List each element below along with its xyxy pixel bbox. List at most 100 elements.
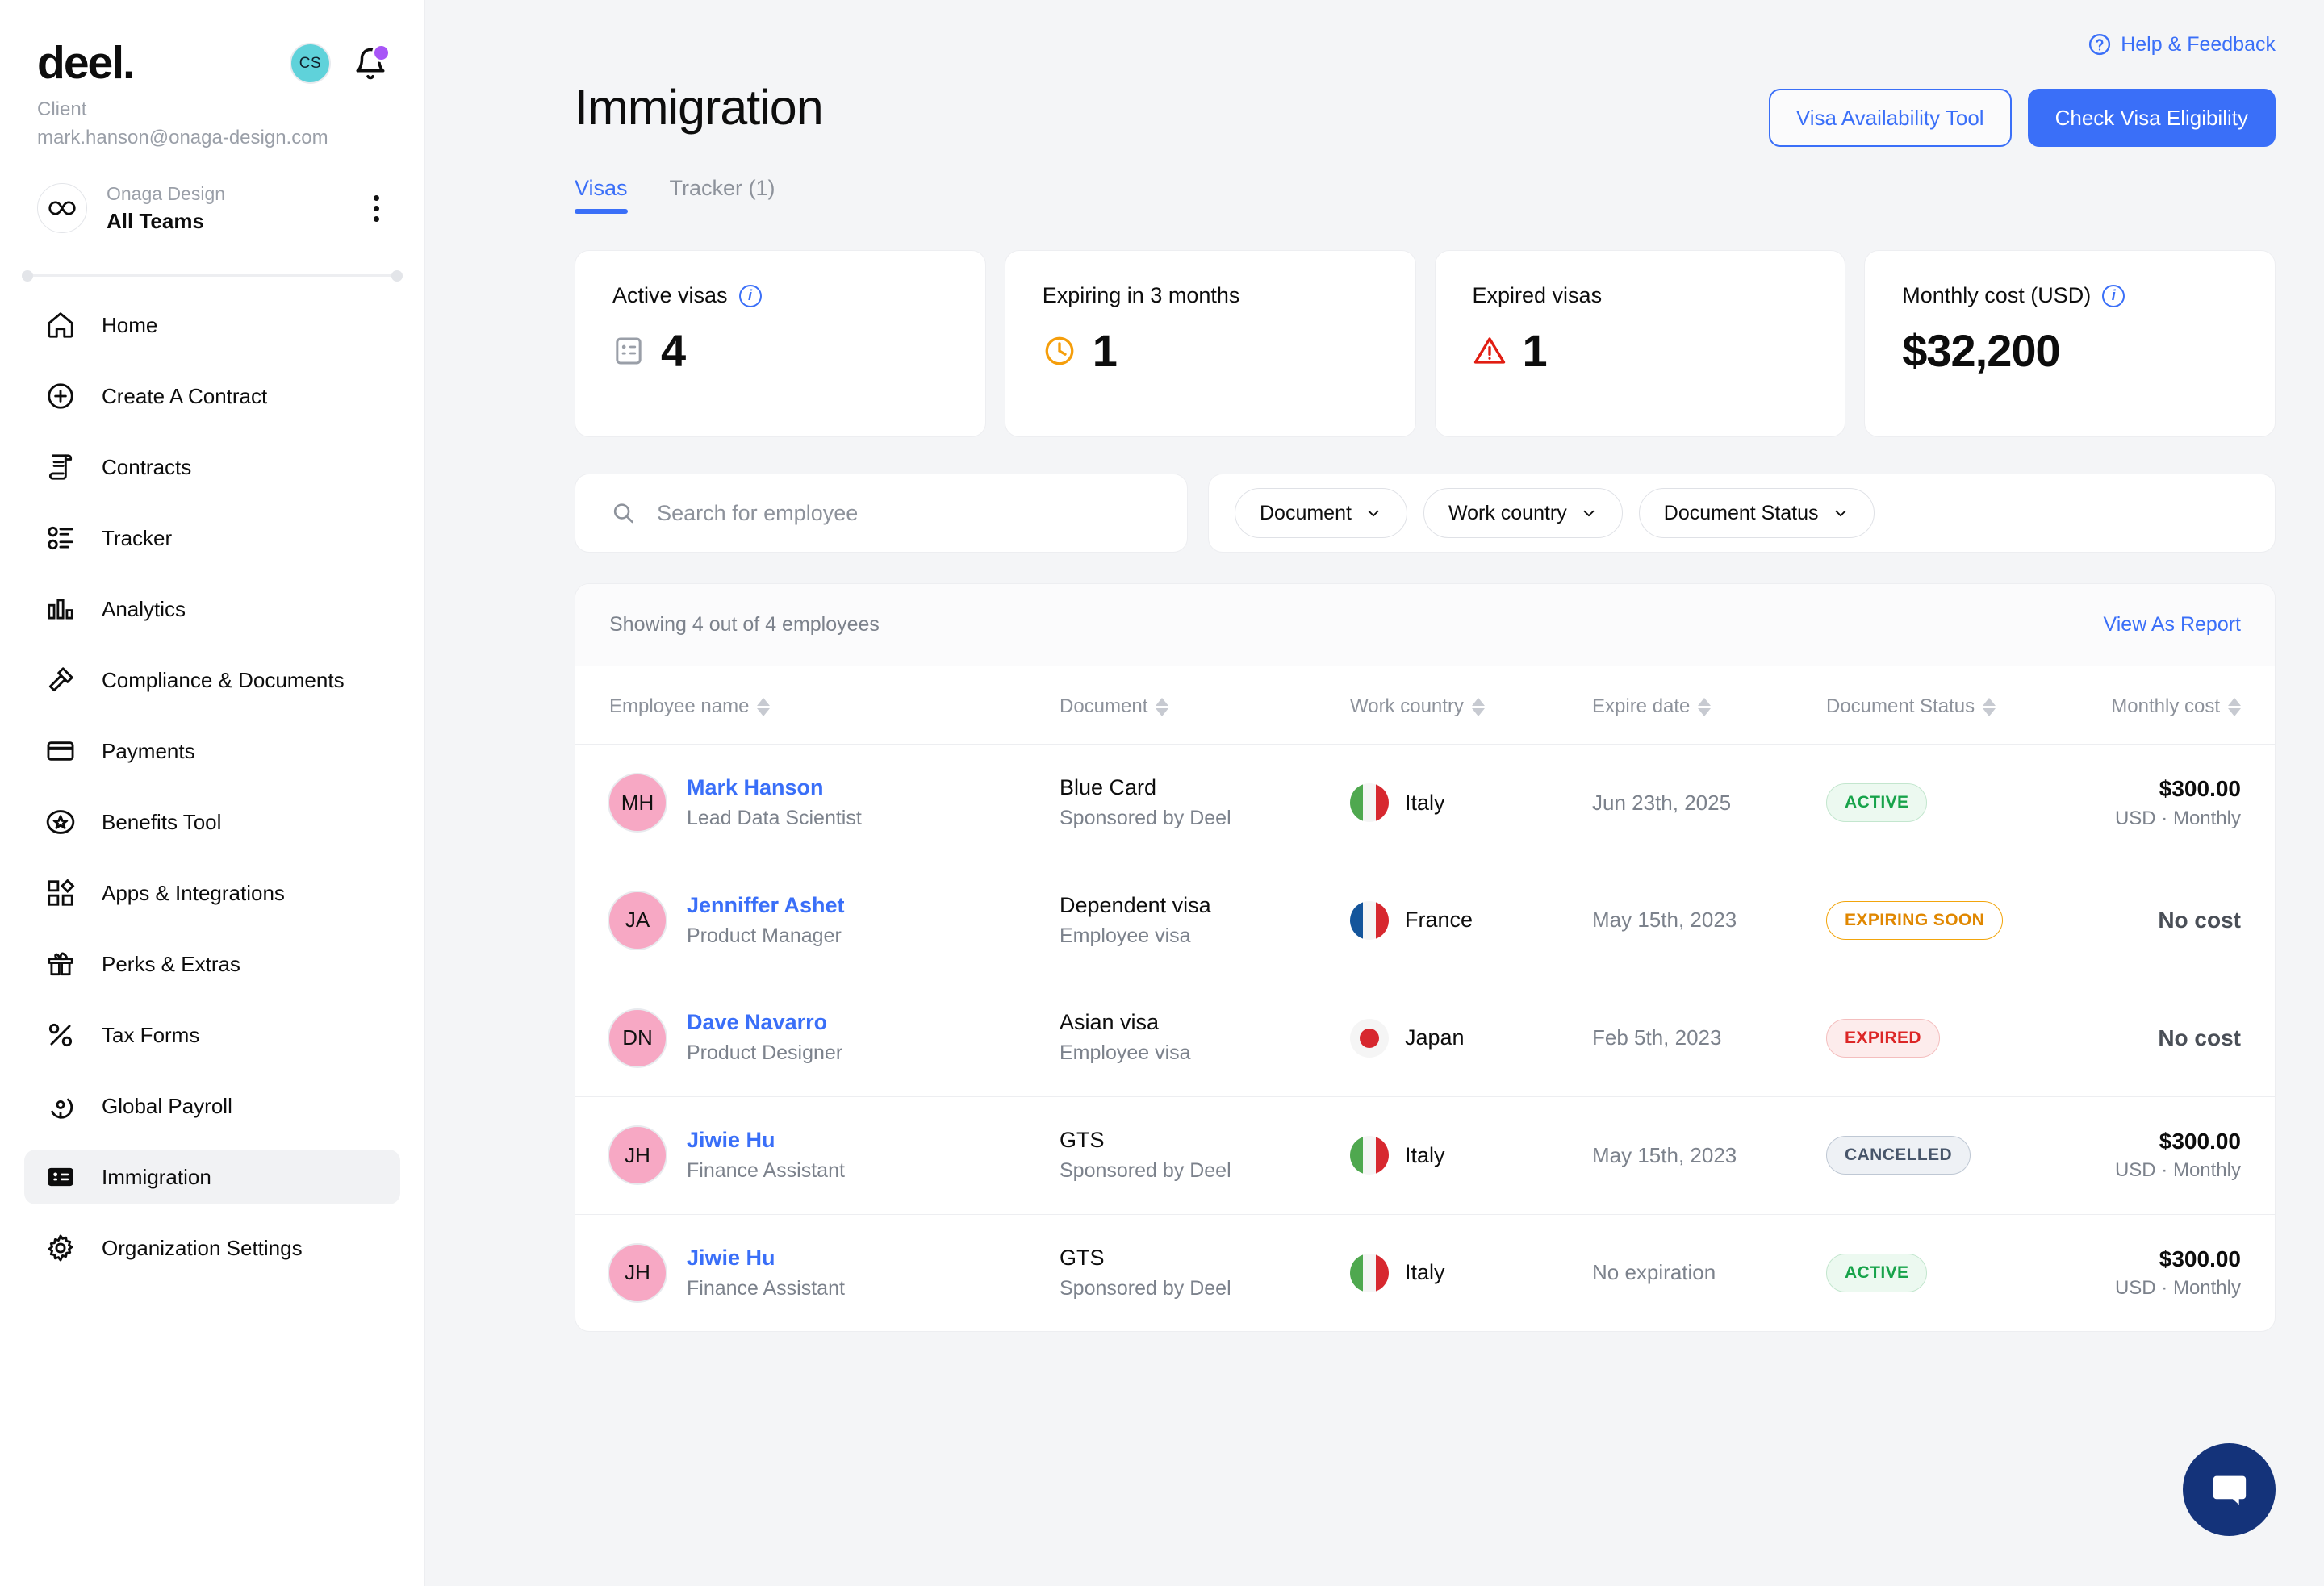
- stat-label-row: Expired visas: [1473, 283, 1808, 308]
- table-row[interactable]: DN Dave Navarro Product Designer Asian v…: [575, 979, 2275, 1097]
- sidebar-item-compliance-documents[interactable]: Compliance & Documents: [24, 653, 400, 707]
- cost-amount: $300.00: [2060, 1243, 2241, 1275]
- sidebar-item-contracts[interactable]: Contracts: [24, 440, 400, 495]
- sidebar-brand-row: deel. CS: [0, 0, 424, 86]
- sidebar-divider: [24, 274, 400, 277]
- sidebar-item-tax-forms[interactable]: Tax Forms: [24, 1008, 400, 1062]
- sidebar-item-immigration[interactable]: Immigration: [24, 1150, 400, 1204]
- filter-document-status[interactable]: Document Status: [1639, 488, 1875, 538]
- info-icon[interactable]: i: [739, 285, 762, 307]
- country-name: Italy: [1405, 1143, 1445, 1168]
- employee-name-link[interactable]: Jenniffer Ashet: [687, 890, 845, 921]
- employee-name-link[interactable]: Mark Hanson: [687, 772, 862, 803]
- view-as-report-button[interactable]: View As Report: [2104, 613, 2241, 636]
- employee-cell: JH Jiwie Hu Finance Assistant: [575, 1242, 1060, 1304]
- filter-label: Work country: [1448, 502, 1567, 525]
- expire-date: No expiration: [1592, 1260, 1716, 1284]
- account-email: mark.hanson@onaga-design.com: [37, 124, 387, 152]
- stat-card-expired: Expired visas 1: [1435, 250, 1846, 437]
- table-row[interactable]: MH Mark Hanson Lead Data Scientist Blue …: [575, 745, 2275, 862]
- table-row[interactable]: JH Jiwie Hu Finance Assistant GTS Sponso…: [575, 1214, 2275, 1331]
- employee-name-link[interactable]: Dave Navarro: [687, 1007, 842, 1038]
- user-avatar[interactable]: CS: [291, 44, 329, 82]
- notifications-button[interactable]: [353, 45, 387, 82]
- sidebar-item-create-a-contract[interactable]: Create A Contract: [24, 369, 400, 424]
- apps-grid-icon: [44, 876, 77, 910]
- cell-employee: JH Jiwie Hu Finance Assistant: [575, 1214, 1060, 1331]
- chat-support-button[interactable]: [2183, 1443, 2276, 1536]
- employee-role: Product Designer: [687, 1038, 842, 1069]
- sidebar-nav: Home Create A Contract Contracts Tracker: [0, 277, 424, 1275]
- column-label: Document: [1060, 695, 1147, 718]
- document-name: Asian visa: [1060, 1007, 1350, 1038]
- table-row[interactable]: JH Jiwie Hu Finance Assistant GTS Sponso…: [575, 1096, 2275, 1214]
- sidebar-item-tracker[interactable]: Tracker: [24, 511, 400, 566]
- table-header-row: Employee name Document Work country: [575, 666, 2275, 745]
- check-visa-eligibility-button[interactable]: Check Visa Eligibility: [2028, 89, 2276, 147]
- stat-value: $32,200: [1902, 324, 2059, 377]
- stat-value: 1: [1093, 324, 1117, 377]
- employee-name-link[interactable]: Jiwie Hu: [687, 1242, 845, 1274]
- sidebar-item-benefits-tool[interactable]: Benefits Tool: [24, 795, 400, 849]
- sidebar-item-apps-integrations[interactable]: Apps & Integrations: [24, 866, 400, 920]
- sidebar-item-payments[interactable]: Payments: [24, 724, 400, 778]
- cell-document: Dependent visa Employee visa: [1060, 862, 1350, 979]
- team-switcher[interactable]: Onaga Design All Teams: [0, 152, 424, 236]
- sidebar-item-analytics[interactable]: Analytics: [24, 582, 400, 636]
- column-label: Monthly cost: [2111, 695, 2220, 718]
- credit-card-icon: [44, 734, 77, 768]
- country-name: Italy: [1405, 791, 1445, 816]
- cell-employee: MH Mark Hanson Lead Data Scientist: [575, 745, 1060, 862]
- sidebar-item-label: Contracts: [102, 455, 191, 480]
- employee-name-link[interactable]: Jiwie Hu: [687, 1125, 845, 1156]
- column-monthly-cost[interactable]: Monthly cost: [2060, 666, 2275, 745]
- employees-table-card: Showing 4 out of 4 employees View As Rep…: [575, 583, 2276, 1332]
- tab-visas[interactable]: Visas: [575, 176, 628, 214]
- sidebar-item-perks-extras[interactable]: Perks & Extras: [24, 937, 400, 991]
- expire-date: Feb 5th, 2023: [1592, 1025, 1721, 1050]
- sidebar-item-label: Global Payroll: [102, 1094, 232, 1119]
- column-label: Employee name: [609, 695, 749, 718]
- expire-date: May 15th, 2023: [1592, 1143, 1737, 1167]
- tab-tracker[interactable]: Tracker (1): [670, 176, 775, 214]
- visa-availability-tool-button[interactable]: Visa Availability Tool: [1769, 89, 2012, 147]
- globe-payroll-icon: [44, 1089, 77, 1123]
- org-name: Onaga Design: [107, 182, 346, 207]
- team-options-button[interactable]: [366, 190, 387, 227]
- column-work-country[interactable]: Work country: [1350, 666, 1592, 745]
- stat-card-monthly-cost: Monthly cost (USD) i $32,200: [1864, 250, 2276, 437]
- search-box[interactable]: [575, 474, 1188, 553]
- sidebar-item-organization-settings[interactable]: Organization Settings: [24, 1221, 400, 1275]
- filter-document[interactable]: Document: [1235, 488, 1407, 538]
- search-icon: [611, 499, 636, 527]
- column-expire-date[interactable]: Expire date: [1592, 666, 1826, 745]
- filter-work-country[interactable]: Work country: [1423, 488, 1623, 538]
- sidebar-item-label: Compliance & Documents: [102, 668, 345, 693]
- chevron-down-icon: [1365, 504, 1382, 522]
- sidebar-item-global-payroll[interactable]: Global Payroll: [24, 1079, 400, 1133]
- search-input[interactable]: [657, 501, 1152, 526]
- stats-row: Active visas i 4 Expiring in 3 months 1: [425, 214, 2324, 437]
- document-name: GTS: [1060, 1125, 1350, 1156]
- stat-label-row: Active visas i: [612, 283, 948, 308]
- info-icon[interactable]: i: [2102, 285, 2125, 307]
- cell-employee: JH Jiwie Hu Finance Assistant: [575, 1096, 1060, 1214]
- id-card-icon: [44, 1160, 77, 1194]
- deel-logo[interactable]: deel.: [37, 40, 134, 86]
- column-document[interactable]: Document: [1060, 666, 1350, 745]
- help-label: Help & Feedback: [2121, 33, 2276, 56]
- table-head: Employee name Document Work country: [575, 666, 2275, 745]
- chat-bubble-icon: [2209, 1469, 2251, 1511]
- flag-italy-icon: [1350, 783, 1389, 822]
- gear-icon: [44, 1231, 77, 1265]
- sort-arrows-icon: [1472, 698, 1485, 716]
- table-row[interactable]: JA Jenniffer Ashet Product Manager Depen…: [575, 862, 2275, 979]
- help-and-feedback-button[interactable]: Help & Feedback: [2088, 32, 2276, 56]
- avatar: JH: [609, 1127, 666, 1183]
- column-employee-name[interactable]: Employee name: [575, 666, 1060, 745]
- sidebar-item-home[interactable]: Home: [24, 298, 400, 353]
- document-sub: Sponsored by Deel: [1060, 1274, 1350, 1304]
- cell-employee: DN Dave Navarro Product Designer: [575, 979, 1060, 1097]
- column-document-status[interactable]: Document Status: [1826, 666, 2060, 745]
- plus-circle-icon: [44, 379, 77, 413]
